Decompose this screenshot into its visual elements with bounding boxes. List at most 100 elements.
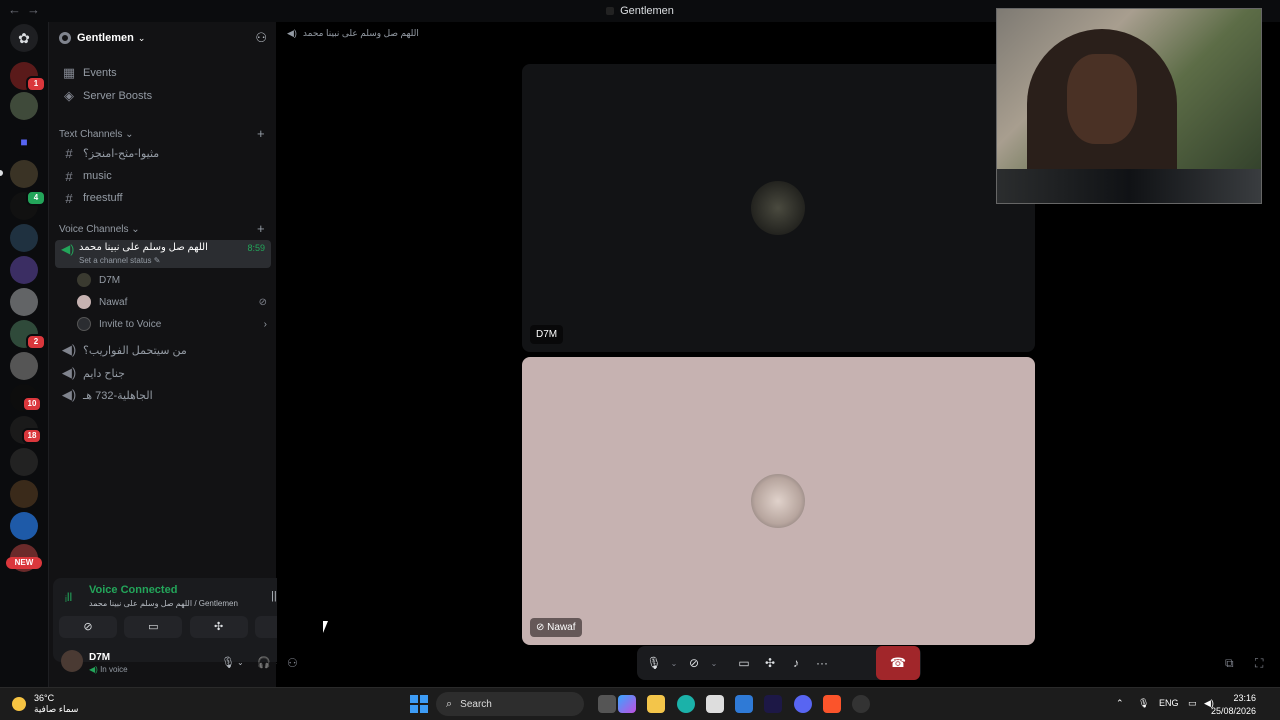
voice-connected-title[interactable]: Voice Connected bbox=[89, 584, 177, 596]
participant-name: ⊘ Nawaf bbox=[530, 618, 582, 637]
voice-user[interactable]: D7M bbox=[77, 270, 120, 290]
chevron-right-icon: › bbox=[263, 318, 267, 330]
headphones-icon[interactable]: 🎧 bbox=[257, 656, 271, 669]
task-view-icon[interactable] bbox=[598, 695, 616, 713]
microphone-icon[interactable]: 🎙 bbox=[221, 656, 235, 669]
moon-icon bbox=[12, 697, 26, 711]
signal-icon[interactable]: ᵢll bbox=[65, 590, 72, 604]
avatar bbox=[751, 181, 805, 235]
folder-icon[interactable]: ■ bbox=[10, 128, 38, 156]
server-settings-icon bbox=[59, 32, 71, 44]
camera-toggle-button[interactable]: ⊘ bbox=[59, 616, 117, 638]
participant-tile[interactable]: D7M bbox=[522, 64, 1035, 352]
active-voice-channel[interactable]: ◀) اللهم صل وسلم على نبينا محمد 8:59 Set… bbox=[55, 240, 271, 268]
server-icon-12[interactable] bbox=[10, 448, 38, 476]
call-timer: 8:59 bbox=[247, 243, 265, 253]
language-indicator[interactable]: ENG bbox=[1159, 698, 1179, 708]
server-icon-7[interactable] bbox=[10, 288, 38, 316]
unread-badge: 18 bbox=[22, 428, 42, 444]
calendar-icon: ▦ bbox=[62, 65, 76, 80]
invite-people-icon[interactable]: ⚇ bbox=[255, 30, 267, 46]
microphone-icon[interactable]: 🎙 bbox=[1138, 698, 1149, 709]
screen-share-button[interactable]: ▭ bbox=[124, 616, 183, 638]
camera-off-icon: ⊘ bbox=[536, 622, 545, 633]
app-icon[interactable] bbox=[852, 695, 870, 713]
server-list: ✿ 1 ■ 4 2 10 18 NEW bbox=[0, 22, 48, 687]
server-icon-6[interactable] bbox=[10, 256, 38, 284]
add-text-channel-icon[interactable]: + bbox=[257, 126, 265, 141]
weather-widget[interactable]: 36°C سماء صافية bbox=[12, 693, 78, 715]
server-icon bbox=[606, 7, 615, 16]
channel-sidebar: Gentlemen ⌄ ⚇ ▦ Events ◈ Server Boosts T… bbox=[48, 22, 319, 687]
set-channel-status[interactable]: Set a channel status ✎ bbox=[79, 256, 160, 265]
avatar[interactable] bbox=[61, 650, 83, 672]
hash-icon: # bbox=[65, 145, 73, 161]
activities-icon[interactable]: ✣ bbox=[757, 656, 783, 670]
chevron-down-icon[interactable]: ⌄ bbox=[237, 658, 244, 667]
taskbar-search[interactable]: ⌕ Search bbox=[436, 692, 584, 716]
new-badge: NEW bbox=[6, 557, 42, 569]
chevron-down-icon[interactable]: ⌄ bbox=[707, 659, 721, 668]
chevron-up-icon[interactable]: ⌃ bbox=[1116, 698, 1124, 709]
voice-user[interactable]: Nawaf ⊘ bbox=[77, 292, 267, 312]
premiere-icon[interactable] bbox=[764, 695, 782, 713]
invite-user-icon[interactable]: ⚇ bbox=[287, 656, 298, 670]
m365-icon[interactable] bbox=[618, 695, 636, 713]
user-name[interactable]: D7M bbox=[89, 652, 110, 663]
channel-item[interactable]: # مثيوا-مثح-امنجز؟ bbox=[55, 142, 271, 164]
avatar bbox=[77, 295, 91, 309]
hangup-button[interactable]: ☎ bbox=[876, 646, 920, 680]
camera-off-icon[interactable]: ⊘ bbox=[681, 656, 707, 670]
mail-icon[interactable] bbox=[735, 695, 753, 713]
voice-badge: 4 bbox=[26, 190, 46, 206]
server-header[interactable]: Gentlemen ⌄ ⚇ bbox=[49, 22, 277, 54]
speaker-icon: ◀) bbox=[61, 342, 77, 357]
speaker-icon: ◀) bbox=[61, 242, 75, 256]
clock[interactable]: 23:16 25/08/2026 bbox=[1211, 692, 1256, 718]
voice-channel-item[interactable]: ◀) جناح دايم bbox=[55, 362, 271, 384]
file-explorer-icon[interactable] bbox=[647, 695, 665, 713]
server-icon-14[interactable] bbox=[10, 512, 38, 540]
store-icon[interactable] bbox=[706, 695, 724, 713]
participant-tile[interactable]: ⊘ Nawaf bbox=[522, 357, 1035, 645]
invite-to-voice[interactable]: Invite to Voice › bbox=[77, 314, 267, 334]
server-icon-9[interactable] bbox=[10, 352, 38, 380]
server-boosts-item[interactable]: ◈ Server Boosts bbox=[55, 85, 271, 107]
brave-icon[interactable] bbox=[823, 695, 841, 713]
speaker-icon: ◀) bbox=[61, 387, 77, 402]
add-user-icon bbox=[77, 317, 91, 331]
voice-channel-item[interactable]: ◀) من سيتحمل الفواريب؟ bbox=[55, 339, 271, 361]
start-button[interactable] bbox=[410, 695, 428, 713]
server-icon-13[interactable] bbox=[10, 480, 38, 508]
add-voice-channel-icon[interactable]: + bbox=[257, 221, 265, 236]
network-icon[interactable]: ▭ bbox=[1188, 698, 1197, 709]
voice-channels-category[interactable]: Voice Channels ⌄ bbox=[59, 224, 140, 235]
fullscreen-icon[interactable]: ⛶ bbox=[1255, 656, 1263, 671]
discord-icon[interactable] bbox=[794, 695, 812, 713]
participant-name: D7M bbox=[530, 325, 564, 344]
screen-share-icon[interactable]: ▭ bbox=[731, 656, 757, 670]
more-options-icon[interactable]: ··· bbox=[809, 656, 835, 670]
hash-icon: # bbox=[65, 168, 73, 184]
search-icon: ⌕ bbox=[446, 697, 453, 710]
chevron-down-icon[interactable]: ⌄ bbox=[667, 659, 681, 668]
text-channels-category[interactable]: Text Channels ⌄ bbox=[59, 129, 134, 140]
speaker-icon: ◀) bbox=[61, 365, 77, 380]
soundboard-icon[interactable]: ♪ bbox=[783, 656, 809, 670]
boost-icon: ◈ bbox=[64, 88, 74, 103]
server-icon-5[interactable] bbox=[10, 224, 38, 252]
voice-connected-subtitle[interactable]: اللهم صل وسلم على نبينا محمد / Gentlemen bbox=[89, 599, 238, 608]
server-icon-2[interactable] bbox=[10, 92, 38, 120]
pop-out-icon[interactable]: ⧉ bbox=[1225, 656, 1234, 671]
events-item[interactable]: ▦ Events bbox=[55, 62, 271, 84]
activities-button[interactable]: ✣ bbox=[189, 616, 248, 638]
edge-icon[interactable] bbox=[677, 695, 695, 713]
channel-music[interactable]: # music bbox=[55, 165, 271, 187]
unread-badge: 1 bbox=[26, 76, 46, 92]
discord-home-icon[interactable]: ✿ bbox=[10, 24, 38, 52]
server-icon-3[interactable] bbox=[10, 160, 38, 188]
chevron-down-icon: ⌄ bbox=[137, 32, 146, 43]
microphone-icon[interactable]: 🎙 bbox=[641, 656, 667, 670]
voice-channel-item[interactable]: ◀) الجاهلية-732 هـ bbox=[55, 384, 271, 406]
channel-freestuff[interactable]: # freestuff bbox=[55, 187, 271, 209]
